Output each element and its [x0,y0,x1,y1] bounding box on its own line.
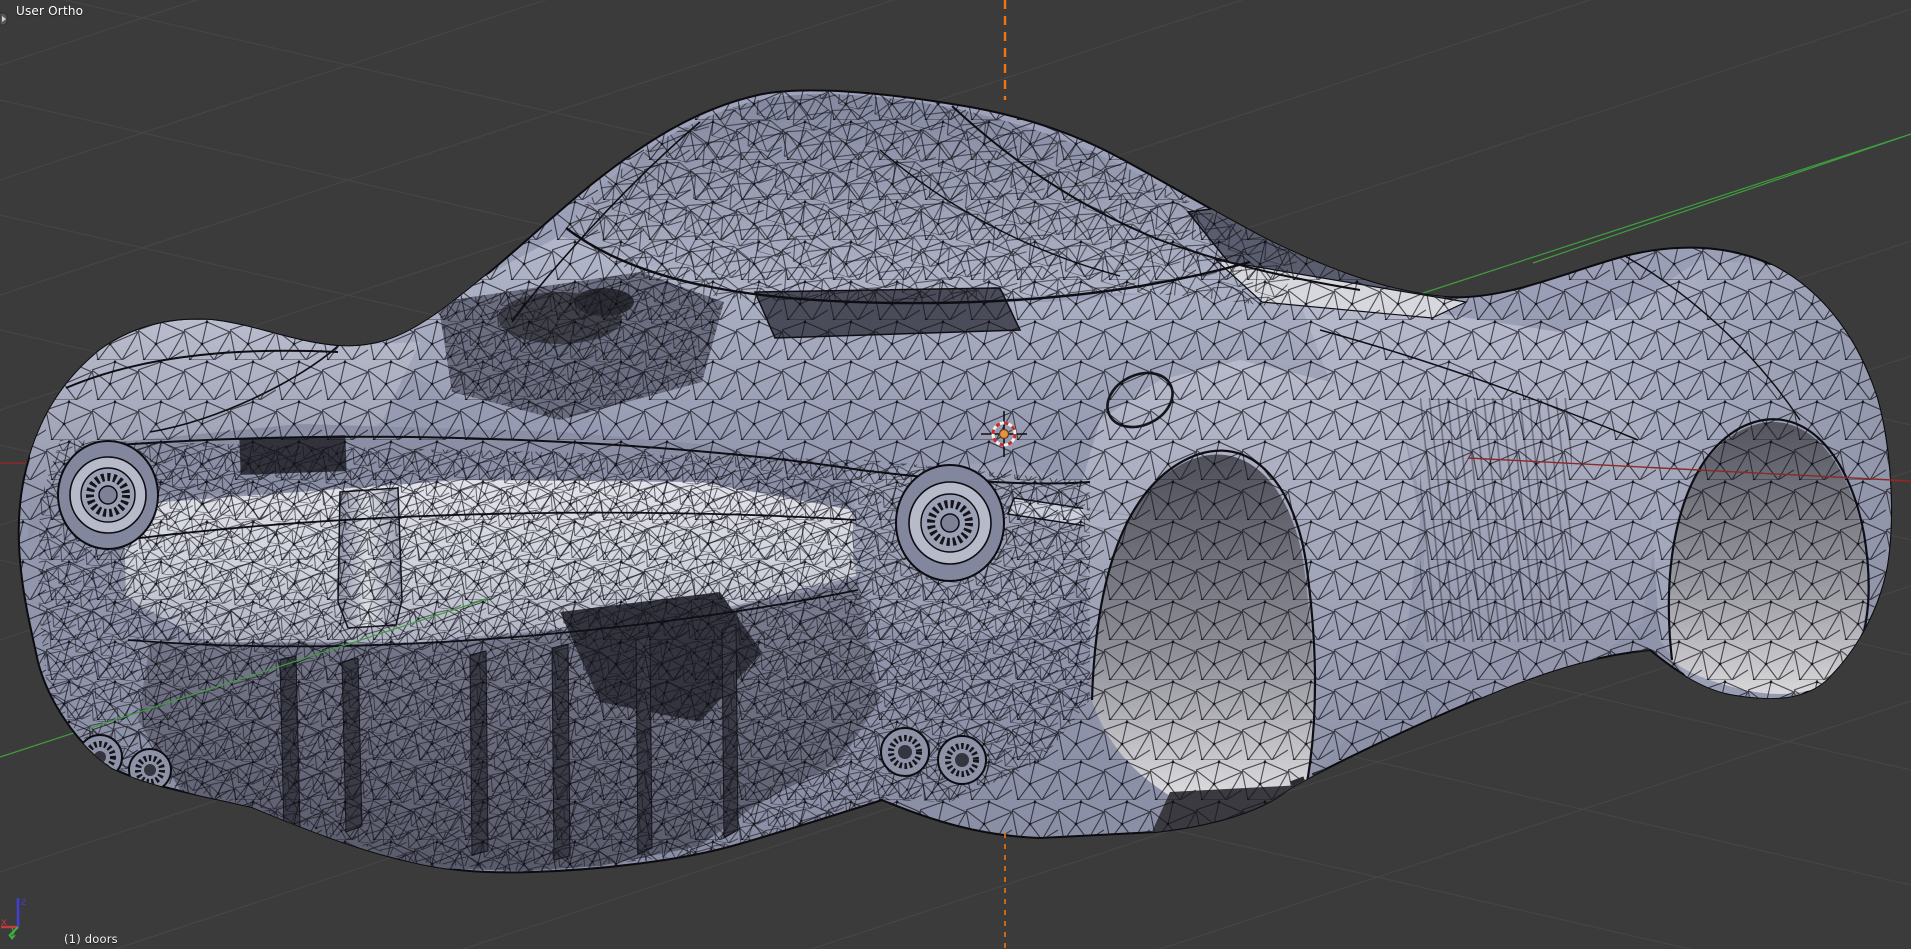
object-origin-dot [998,428,1010,440]
tail-light-right [895,464,1005,582]
gizmo-z-label: z [21,897,26,908]
view-label: User Ortho [16,4,84,18]
gizmo-x-label: x [1,917,7,928]
gizmo-y-label: y [11,925,17,936]
blender-3d-viewport[interactable]: x z y User Ortho (1) doors [0,0,1911,949]
viewport-canvas: x z y [0,0,1911,949]
panel-toggle[interactable] [0,12,8,26]
tail-light-left [57,440,159,550]
status-label: (1) doors [64,932,118,946]
